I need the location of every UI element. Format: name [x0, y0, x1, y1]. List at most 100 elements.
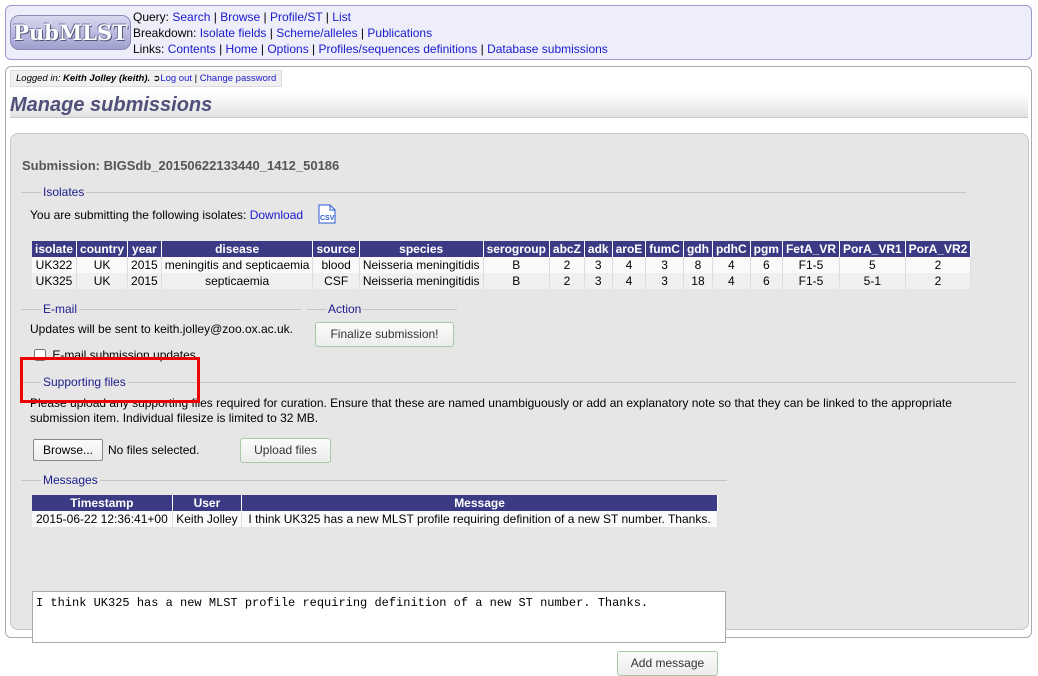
top-navigation-bar: PubMLST Query: Search | Browse | Profile…: [5, 5, 1032, 60]
table-cell: 2015-06-22 12:36:41+00: [32, 511, 173, 527]
csv-file-icon[interactable]: CSV: [318, 204, 336, 224]
table-cell: I think UK325 has a new MLST profile req…: [241, 511, 718, 527]
table-cell: 6: [750, 273, 783, 289]
query-link-profile-st[interactable]: Profile/ST: [270, 10, 322, 24]
change-password-link[interactable]: Change password: [200, 73, 277, 84]
isolates-column-header: isolate: [32, 241, 78, 257]
download-link[interactable]: Download: [250, 208, 303, 222]
pubmlst-logo[interactable]: PubMLST: [10, 15, 131, 50]
table-cell: 8: [683, 257, 713, 273]
message-textarea[interactable]: I think UK325 has a new MLST profile req…: [32, 591, 726, 643]
table-cell: 2015: [127, 257, 162, 273]
table-cell: 4: [612, 273, 647, 289]
isolates-column-header: country: [76, 241, 129, 257]
table-cell: 18: [683, 273, 713, 289]
table-row: 2015-06-22 12:36:41+00 Keith Jolley I thin…: [32, 511, 718, 527]
browse-button[interactable]: Browse...: [33, 439, 103, 461]
table-row: UK322 UK 2015 meningitis and septicaemia blo…: [32, 257, 972, 273]
upload-files-button[interactable]: Upload files: [240, 438, 331, 463]
table-cell: 3: [584, 257, 613, 273]
messages-table-body: 2015-06-22 12:36:41+00 Keith Jolley I thin…: [32, 511, 718, 527]
isolates-column-header: year: [127, 241, 162, 257]
isolates-column-header: species: [359, 241, 484, 257]
isolates-table-body: UK322 UK 2015 meningitis and septicaemia blo…: [32, 257, 972, 289]
breakdown-link-isolate-fields[interactable]: Isolate fields: [200, 26, 267, 40]
query-label: Query:: [133, 10, 170, 24]
query-link-list[interactable]: List: [332, 10, 351, 24]
submission-id: Submission: BIGSdb_20150622133440_1412_5…: [22, 158, 340, 173]
table-cell: 3: [584, 273, 613, 289]
table-cell: UK: [76, 257, 129, 273]
table-cell: 5-1: [839, 273, 906, 289]
isolates-column-header: fumC: [645, 241, 684, 257]
messages-table: Timestamp User Message 2015-06-22 12:36:41…: [32, 495, 718, 527]
isolates-column-header: PorA_VR2: [905, 241, 972, 257]
no-files-selected-text: No files selected.: [108, 443, 200, 457]
isolates-column-header: aroE: [612, 241, 647, 257]
isolates-column-header: adk: [584, 241, 613, 257]
query-link-browse[interactable]: Browse: [220, 10, 260, 24]
page-title: Manage submissions: [10, 93, 1028, 118]
logout-link[interactable]: Log out: [160, 73, 192, 84]
table-cell: F1-5: [782, 273, 840, 289]
query-row: Query: Search | Browse | Profile/ST | Li…: [133, 10, 351, 24]
breakdown-link-scheme-alleles[interactable]: Scheme/alleles: [276, 26, 357, 40]
messages-table-header: Timestamp User Message: [32, 495, 718, 511]
table-cell: 4: [712, 257, 751, 273]
table-cell: meningitis and septicaemia: [161, 257, 314, 273]
table-cell: septicaemia: [161, 273, 314, 289]
table-cell: 4: [712, 273, 751, 289]
isolates-column-header: gdh: [683, 241, 713, 257]
links-label: Links:: [133, 42, 165, 56]
messages-column-header: Message: [241, 495, 718, 511]
add-message-button[interactable]: Add message: [617, 651, 718, 676]
link-home[interactable]: Home: [226, 42, 258, 56]
isolates-column-header: disease: [161, 241, 314, 257]
finalize-submission-button[interactable]: Finalize submission!: [315, 322, 454, 347]
table-cell: UK322: [32, 257, 78, 273]
query-link-search[interactable]: Search: [172, 10, 210, 24]
table-cell: Neisseria meningitidis: [359, 273, 484, 289]
logged-in-user: Keith Jolley (keith).: [63, 73, 151, 84]
isolates-table: isolate country year disease source species se…: [32, 241, 972, 289]
table-cell: 4: [612, 257, 647, 273]
isolates-column-header: pgm: [750, 241, 783, 257]
svg-text:CSV: CSV: [320, 215, 335, 222]
isolates-table-header: isolate country year disease source species se…: [32, 241, 972, 257]
highlight-annotation-box: [20, 357, 200, 403]
breakdown-row: Breakdown: Isolate fields | Scheme/allel…: [133, 26, 433, 40]
table-cell: Neisseria meningitidis: [359, 257, 484, 273]
table-cell: 2: [905, 257, 972, 273]
table-cell: 3: [645, 273, 684, 289]
table-cell: B: [483, 257, 550, 273]
table-row: UK325 UK 2015 septicaemia CSF Neisseria menin…: [32, 273, 972, 289]
supporting-files-instructions-line2: submission item. Individual filesize is …: [30, 411, 319, 425]
table-cell: 2015: [127, 273, 162, 289]
table-cell: Keith Jolley: [172, 511, 243, 527]
table-cell: UK325: [32, 273, 78, 289]
messages-legend: Messages: [41, 473, 100, 487]
isolates-column-header: source: [312, 241, 360, 257]
messages-column-header: User: [172, 495, 243, 511]
table-cell: 2: [905, 273, 972, 289]
email-notice: Updates will be sent to keith.jolley@zoo…: [30, 322, 293, 336]
isolates-column-header: pdhC: [712, 241, 751, 257]
breakdown-label: Breakdown:: [133, 26, 197, 40]
link-database-submissions[interactable]: Database submissions: [487, 42, 608, 56]
logged-in-label: Logged in:: [16, 73, 61, 84]
breakdown-link-publications[interactable]: Publications: [367, 26, 432, 40]
isolates-column-header: serogroup: [483, 241, 550, 257]
isolates-column-header: FetA_VR: [782, 241, 840, 257]
table-cell: 3: [645, 257, 684, 273]
table-cell: blood: [312, 257, 360, 273]
table-cell: 6: [750, 257, 783, 273]
main-content: Logged in: Keith Jolley (keith). ➲Log ou…: [5, 66, 1032, 676]
table-cell: 5: [839, 257, 906, 273]
table-cell: B: [483, 273, 550, 289]
link-contents[interactable]: Contents: [168, 42, 216, 56]
isolates-fieldset-border: [21, 192, 966, 193]
link-profiles-sequences-definitions[interactable]: Profiles/sequences definitions: [319, 42, 478, 56]
isolates-column-header: PorA_VR1: [839, 241, 906, 257]
link-options[interactable]: Options: [267, 42, 308, 56]
messages-column-header: Timestamp: [32, 495, 173, 511]
